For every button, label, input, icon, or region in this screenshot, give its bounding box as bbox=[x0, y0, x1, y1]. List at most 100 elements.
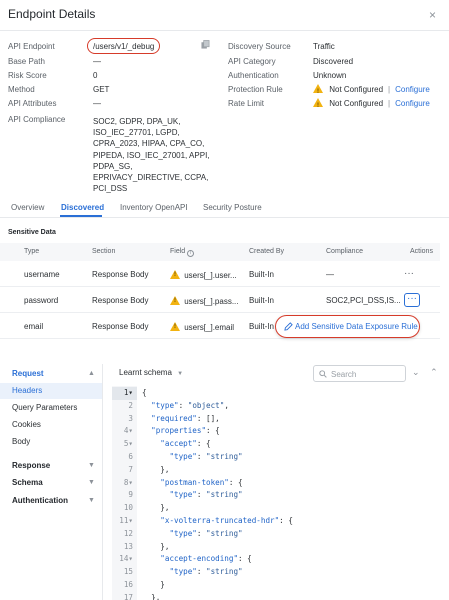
tab-inventory-openapi[interactable]: Inventory OpenAPI bbox=[120, 203, 188, 212]
code-line: }, bbox=[142, 503, 170, 513]
line-number: 4▾ bbox=[123, 426, 133, 436]
nav-group-authentication[interactable]: Authentication bbox=[12, 495, 68, 507]
line-number: 12 bbox=[123, 528, 133, 538]
chevron-down-icon[interactable]: ▼ bbox=[88, 462, 95, 469]
protection-rule-status: Not Configured|Configure bbox=[313, 84, 430, 98]
tab-discovered[interactable]: Discovered bbox=[61, 203, 104, 212]
chevron-up-icon[interactable]: ▲ bbox=[88, 370, 95, 377]
rate-limit-configure-link[interactable]: Configure bbox=[395, 99, 430, 108]
add-sensitive-rule-menu-item[interactable]: Add Sensitive Data Exposure Rule bbox=[275, 315, 420, 338]
code-line: "accept": { bbox=[160, 439, 211, 449]
code-line: }, bbox=[142, 464, 170, 474]
row-actions-button[interactable]: ··· bbox=[404, 293, 420, 307]
schema-selector[interactable]: Learnt schema ▼ bbox=[119, 368, 183, 377]
code-line: "type": "string" bbox=[169, 452, 243, 461]
discovery-source-label: Discovery Source bbox=[228, 42, 291, 51]
line-number: 5▾ bbox=[123, 439, 133, 449]
code-line: "properties": { bbox=[151, 426, 220, 436]
line-number: 6 bbox=[128, 452, 133, 461]
row-created-by: Built-In bbox=[249, 270, 274, 279]
col-compliance: Compliance bbox=[326, 248, 363, 255]
row-field: users[_].pass... bbox=[170, 296, 238, 306]
nav-item-query-parameters[interactable]: Query Parameters bbox=[12, 402, 77, 414]
code-line: "type": "string" bbox=[169, 567, 243, 577]
code-line: "postman-token": { bbox=[160, 477, 243, 487]
protection-rule-value: Not Configured bbox=[329, 85, 384, 94]
line-number: 16 bbox=[123, 580, 133, 589]
api-compliance-value: SOC2, GDPR, DPA_UK, ISO_IEC_27701, LGPD,… bbox=[93, 117, 210, 194]
code-line: } bbox=[142, 580, 165, 589]
risk-score-value: 0 bbox=[93, 71, 98, 80]
row-type: password bbox=[24, 296, 59, 305]
schema-code-view[interactable]: 1▾ {2 "type": "object", 3 "required": [], 4… bbox=[112, 386, 449, 600]
nav-item-headers[interactable]: Headers bbox=[12, 385, 42, 397]
active-tab-indicator bbox=[60, 215, 102, 217]
base-path-value: — bbox=[93, 57, 101, 66]
protection-rule-label: Protection Rule bbox=[228, 85, 283, 94]
nav-item-cookies[interactable]: Cookies bbox=[12, 419, 41, 431]
rate-limit-status: Not Configured|Configure bbox=[313, 98, 430, 112]
row-field-text: users[_].pass... bbox=[184, 297, 239, 306]
panel-title: Endpoint Details bbox=[8, 7, 96, 21]
chevron-down-icon[interactable]: ⌄ bbox=[412, 367, 420, 377]
warning-icon bbox=[313, 98, 323, 112]
nav-group-schema[interactable]: Schema bbox=[12, 477, 43, 489]
nav-group-request[interactable]: Request bbox=[12, 368, 44, 380]
chevron-down-icon[interactable]: ▼ bbox=[88, 479, 95, 486]
code-line: "type": "string" bbox=[169, 528, 243, 538]
row-compliance: SOC2,PCI_DSS,IS... bbox=[326, 296, 401, 305]
col-created-by: Created By bbox=[249, 248, 285, 255]
api-attributes-label: API Attributes bbox=[8, 99, 57, 108]
tab-security-posture[interactable]: Security Posture bbox=[203, 203, 262, 212]
code-line: }, bbox=[142, 592, 161, 600]
api-category-value: Discovered bbox=[313, 57, 354, 66]
info-icon: i bbox=[187, 250, 195, 257]
chevron-up-icon[interactable]: ⌃ bbox=[430, 367, 438, 377]
col-field-label: Field bbox=[170, 248, 186, 255]
add-sensitive-rule-label: Add Sensitive Data Exposure Rule bbox=[295, 322, 418, 331]
tab-overview[interactable]: Overview bbox=[11, 203, 44, 212]
row-field-text: users[_].email bbox=[184, 323, 235, 332]
api-attributes-value: — bbox=[93, 99, 101, 108]
line-number: 8▾ bbox=[123, 477, 133, 487]
chevron-down-icon[interactable]: ▼ bbox=[88, 497, 95, 504]
col-type: Type bbox=[24, 248, 40, 255]
code-line: "type": "string" bbox=[169, 490, 243, 500]
row-actions-icon[interactable]: ··· bbox=[404, 268, 414, 279]
code-line: { bbox=[142, 388, 147, 397]
col-actions: Actions bbox=[410, 248, 433, 255]
warning-icon bbox=[313, 84, 323, 98]
code-line: "accept-encoding": { bbox=[160, 554, 252, 564]
close-icon[interactable]: × bbox=[429, 8, 436, 22]
line-number: 1▾ bbox=[112, 387, 137, 400]
api-endpoint-label: API Endpoint bbox=[8, 42, 55, 51]
sensitive-data-heading: Sensitive Data bbox=[8, 229, 56, 236]
method-label: Method bbox=[8, 85, 35, 94]
base-path-label: Base Path bbox=[8, 57, 45, 66]
nav-item-body[interactable]: Body bbox=[12, 436, 30, 448]
row-section: Response Body bbox=[92, 270, 149, 279]
col-field: Field i bbox=[170, 248, 195, 257]
protection-rule-configure-link[interactable]: Configure bbox=[395, 85, 430, 94]
code-line: "x-volterra-truncated-hdr": { bbox=[160, 516, 293, 525]
line-number: 10 bbox=[123, 503, 133, 513]
discovery-source-value: Traffic bbox=[313, 42, 335, 51]
line-number: 3 bbox=[128, 413, 133, 423]
search-input[interactable]: Search bbox=[313, 365, 406, 382]
authentication-value: Unknown bbox=[313, 71, 347, 80]
warning-icon bbox=[170, 296, 180, 305]
nav-group-response[interactable]: Response bbox=[12, 460, 50, 472]
authentication-label: Authentication bbox=[228, 71, 279, 80]
code-line: "type": "object", bbox=[151, 400, 229, 410]
warning-icon bbox=[170, 322, 180, 331]
copy-icon[interactable] bbox=[201, 40, 210, 49]
row-section: Response Body bbox=[92, 296, 149, 305]
table-row: username Response Body users[_].user... … bbox=[0, 261, 440, 287]
col-section: Section bbox=[92, 248, 116, 255]
pencil-icon bbox=[284, 322, 293, 331]
table-header: Type Section Field i Created By Complian… bbox=[0, 243, 440, 261]
row-compliance: — bbox=[326, 270, 334, 279]
row-type: email bbox=[24, 322, 44, 331]
panel-header: Endpoint Details × bbox=[0, 0, 449, 31]
line-number: 15 bbox=[123, 567, 133, 577]
